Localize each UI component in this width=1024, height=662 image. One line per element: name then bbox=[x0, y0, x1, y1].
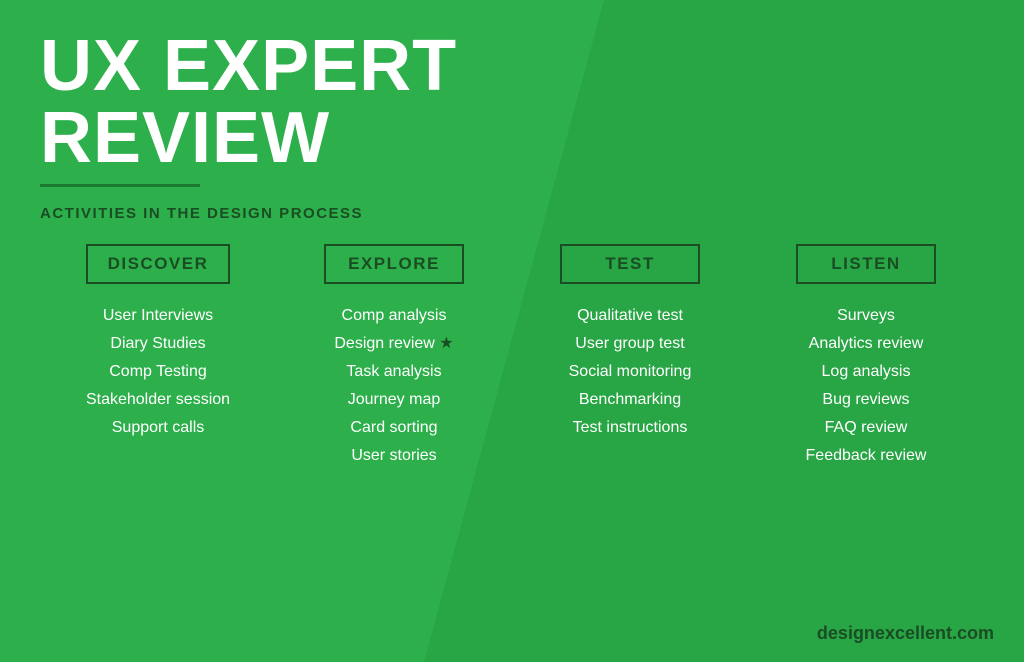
main-title: UX EXPERT REVIEW bbox=[40, 30, 984, 174]
column-discover: DISCOVER User InterviewsDiary StudiesComp… bbox=[40, 244, 276, 470]
category-label-explore: EXPLORE bbox=[348, 254, 440, 273]
category-box-listen: LISTEN bbox=[796, 244, 936, 284]
list-item: Social monitoring bbox=[569, 358, 692, 386]
list-item: User stories bbox=[334, 442, 453, 470]
column-test: TEST Qualitative testUser group testSocia… bbox=[512, 244, 748, 470]
items-list-test: Qualitative testUser group testSocial mo… bbox=[569, 302, 692, 442]
columns-grid: DISCOVERUser InterviewsDiary StudiesComp… bbox=[40, 244, 984, 470]
category-label-listen: LISTEN bbox=[831, 254, 900, 273]
star-icon: ★ bbox=[439, 335, 453, 352]
title-line2: REVIEW bbox=[40, 98, 330, 178]
list-item: Surveys bbox=[806, 302, 927, 330]
list-item: Journey map bbox=[334, 386, 453, 414]
list-item: Bug reviews bbox=[806, 386, 927, 414]
list-item: Qualitative test bbox=[569, 302, 692, 330]
category-box-test: TEST bbox=[560, 244, 700, 284]
content-area: UX EXPERT REVIEW ACTIVITIES IN THE DESIG… bbox=[40, 30, 984, 470]
category-label-test: TEST bbox=[605, 254, 654, 273]
list-item: Feedback review bbox=[806, 442, 927, 470]
title-line1: UX EXPERT bbox=[40, 26, 457, 106]
list-item: Task analysis bbox=[334, 358, 453, 386]
list-item: Comp Testing bbox=[86, 358, 230, 386]
list-item: Analytics review bbox=[806, 330, 927, 358]
list-item: Log analysis bbox=[806, 358, 927, 386]
title-divider bbox=[40, 184, 200, 187]
list-item: Design review ★ bbox=[334, 330, 453, 358]
list-item: FAQ review bbox=[806, 414, 927, 442]
list-item: Diary Studies bbox=[86, 330, 230, 358]
column-explore: EXPLORE Comp analysisDesign review ★Task … bbox=[276, 244, 512, 470]
list-item: Comp analysis bbox=[334, 302, 453, 330]
section-subtitle: ACTIVITIES IN THE DESIGN PROCESS bbox=[40, 205, 984, 222]
category-box-discover: DISCOVER bbox=[86, 244, 231, 284]
list-item: Support calls bbox=[86, 414, 230, 442]
list-item: Card sorting bbox=[334, 414, 453, 442]
list-item: Benchmarking bbox=[569, 386, 692, 414]
category-box-explore: EXPLORE bbox=[324, 244, 464, 284]
list-item: Stakeholder session bbox=[86, 386, 230, 414]
items-list-discover: User InterviewsDiary StudiesComp Testing… bbox=[86, 302, 230, 442]
list-item: User group test bbox=[569, 330, 692, 358]
domain-text: designexcellent.com bbox=[817, 623, 994, 644]
main-container: UX EXPERT REVIEW ACTIVITIES IN THE DESIG… bbox=[0, 0, 1024, 662]
category-label-discover: DISCOVER bbox=[108, 254, 209, 273]
items-list-explore: Comp analysisDesign review ★Task analysi… bbox=[334, 302, 453, 470]
list-item: User Interviews bbox=[86, 302, 230, 330]
items-list-listen: SurveysAnalytics reviewLog analysisBug r… bbox=[806, 302, 927, 470]
list-item: Test instructions bbox=[569, 414, 692, 442]
column-listen: LISTEN SurveysAnalytics reviewLog analysi… bbox=[748, 244, 984, 470]
